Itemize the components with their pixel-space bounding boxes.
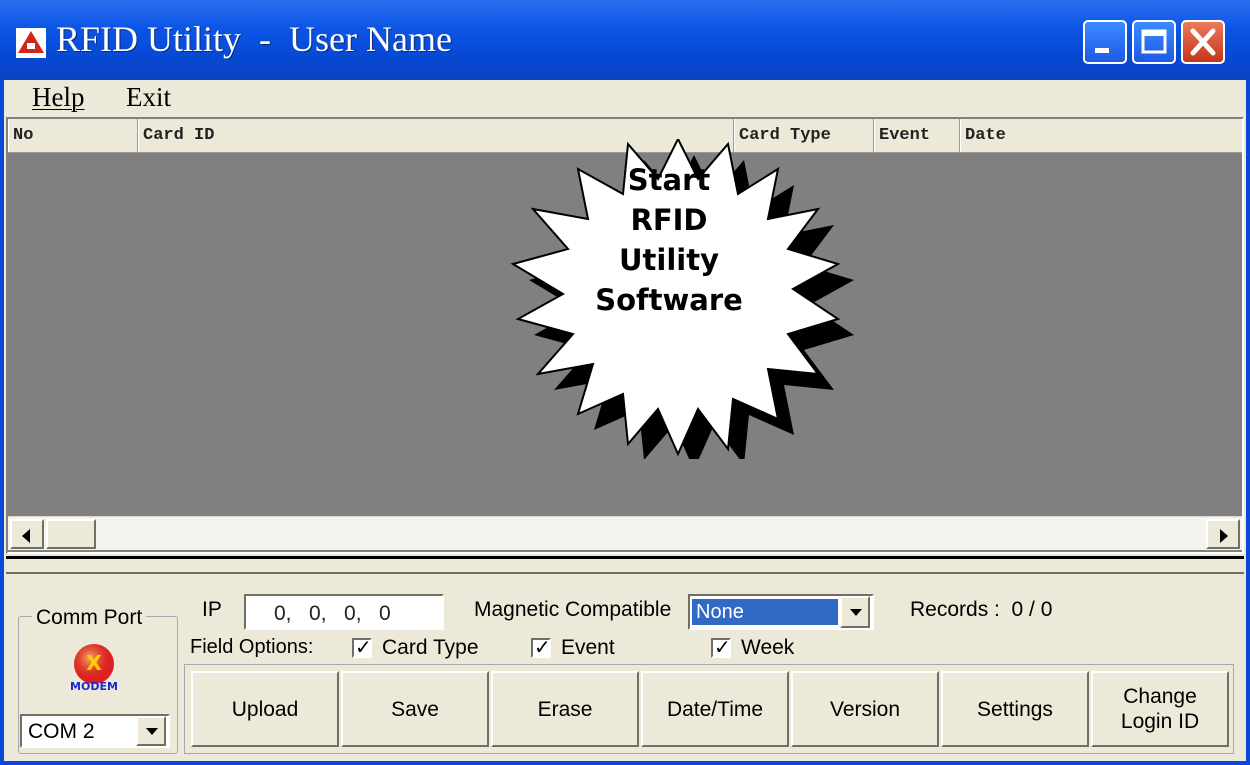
checkbox-card-type-label: Card Type	[382, 636, 479, 659]
magnetic-dropdown-button[interactable]	[840, 596, 870, 628]
client-area: Help Exit No Card ID Card Type Event Dat…	[4, 80, 1246, 761]
ip-address-value: 0, 0, 0, 0	[274, 602, 391, 625]
panel-splitter[interactable]	[6, 556, 1244, 574]
app-icon	[16, 28, 46, 58]
scroll-right-button[interactable]	[1206, 519, 1240, 549]
ip-label: IP	[202, 598, 222, 621]
menu-help-label: Help	[32, 82, 85, 112]
callout-text: Start RFID Utility Software	[579, 160, 759, 320]
checkmark-icon: ✓	[355, 635, 372, 659]
checkbox-week-label: Week	[741, 636, 795, 659]
horizontal-scrollbar[interactable]	[8, 516, 1242, 550]
field-options-label: Field Options:	[190, 636, 314, 658]
magnetic-compatible-label: Magnetic Compatible	[474, 598, 672, 621]
date-time-button[interactable]: Date/Time	[641, 671, 789, 747]
upload-button[interactable]: Upload	[191, 671, 339, 747]
menu-help[interactable]: Help	[32, 82, 84, 113]
magnetic-compatible-select[interactable]: None	[688, 594, 874, 630]
svg-text:MODEM: MODEM	[70, 680, 118, 693]
callout-line-1: Start	[627, 163, 711, 197]
checkmark-icon: ✓	[534, 635, 551, 659]
column-header-date[interactable]: Date	[960, 119, 1242, 152]
erase-button[interactable]: Erase	[491, 671, 639, 747]
arrow-left-icon	[22, 529, 30, 543]
close-icon	[1190, 28, 1216, 56]
records-count: Records : 0 / 0	[910, 598, 1053, 621]
checkbox-event-label: Event	[561, 636, 615, 659]
column-header-no[interactable]: No	[8, 119, 138, 152]
close-button[interactable]	[1181, 20, 1225, 64]
svg-text:X: X	[86, 651, 102, 675]
settings-button[interactable]: Settings	[941, 671, 1089, 747]
comm-port-value: COM 2	[28, 720, 95, 743]
control-panel: Comm Port X MODEM COM 2 IP 0, 0, 0, 0 Ma…	[4, 576, 1246, 761]
scroll-thumb[interactable]	[46, 519, 96, 549]
column-header-event[interactable]: Event	[874, 119, 960, 152]
save-button[interactable]: Save	[341, 671, 489, 747]
title-bar[interactable]: RFID Utility - User Name	[0, 0, 1250, 80]
scroll-left-button[interactable]	[10, 519, 44, 549]
window-title: RFID Utility - User Name	[56, 19, 452, 59]
menu-exit[interactable]: Exit	[126, 82, 171, 113]
comm-port-label: Comm Port	[32, 606, 147, 630]
arrow-right-icon	[1220, 529, 1228, 543]
checkbox-box[interactable]: ✓	[352, 635, 372, 659]
checkbox-box[interactable]: ✓	[711, 635, 731, 659]
minimize-icon	[1095, 48, 1109, 53]
chevron-down-icon	[146, 728, 158, 735]
menu-exit-label: Exit	[126, 82, 171, 112]
callout-line-4: Software	[595, 283, 743, 317]
comm-port-select[interactable]: COM 2	[20, 714, 170, 748]
maximize-icon	[1141, 29, 1167, 54]
modem-icon: X MODEM	[70, 644, 118, 693]
maximize-button[interactable]	[1132, 20, 1176, 64]
ip-address-field[interactable]: 0, 0, 0, 0	[244, 594, 444, 630]
comm-port-dropdown-button[interactable]	[136, 716, 166, 746]
minimize-button[interactable]	[1083, 20, 1127, 64]
checkbox-box[interactable]: ✓	[531, 635, 551, 659]
magnetic-compatible-value: None	[691, 598, 839, 626]
checkmark-icon: ✓	[714, 635, 731, 659]
change-login-id-button[interactable]: Change Login ID	[1091, 671, 1229, 747]
menu-bar: Help Exit	[4, 80, 1246, 116]
action-button-row: Upload Save Erase Date/Time Version Sett…	[184, 664, 1234, 754]
app-window: RFID Utility - User Name Help Exit No Ca…	[0, 0, 1250, 765]
chevron-down-icon	[850, 609, 862, 616]
version-button[interactable]: Version	[791, 671, 939, 747]
callout-line-3: Utility	[619, 243, 719, 277]
callout-line-2: RFID	[630, 203, 708, 237]
